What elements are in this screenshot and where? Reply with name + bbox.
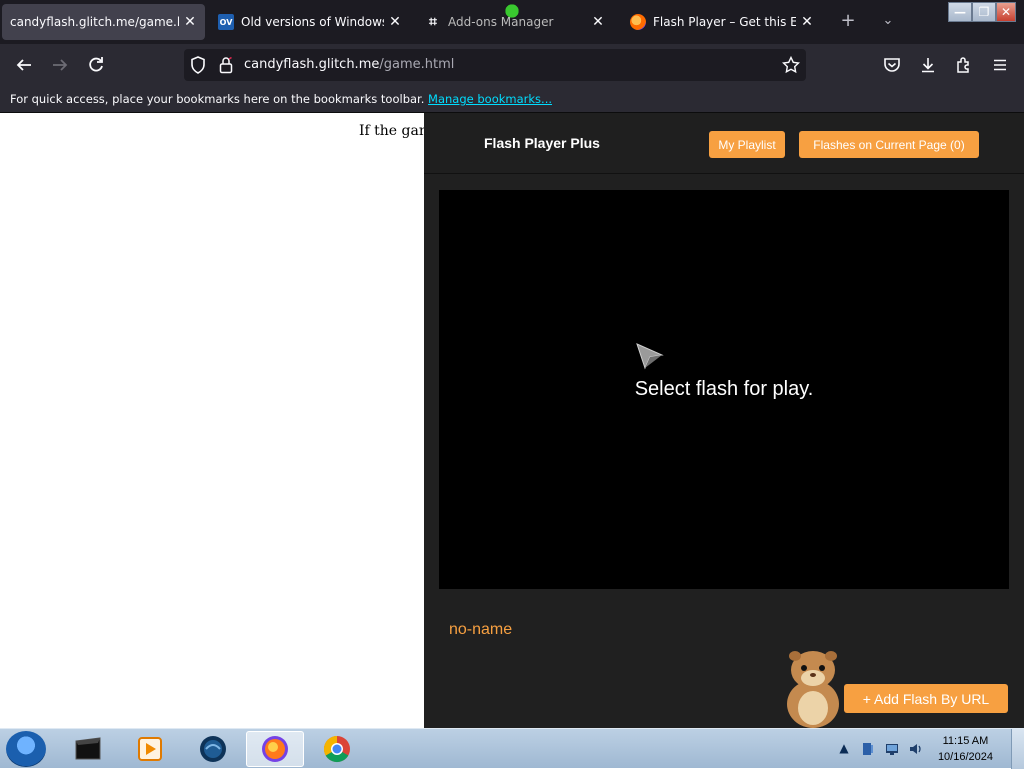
- tab-title: Add-ons Manager: [448, 15, 554, 29]
- media-player-icon: [138, 737, 162, 761]
- ov-icon: OV: [218, 14, 234, 30]
- tab-candyflash[interactable]: candyflash.glitch.me/game.html ✕: [2, 4, 205, 40]
- page-text: If the game: [359, 123, 424, 139]
- tab-strip: candyflash.glitch.me/game.html ✕ OV Old …: [0, 0, 1024, 44]
- forward-arrow-icon: [53, 59, 68, 71]
- my-playlist-button[interactable]: My Playlist: [709, 131, 785, 158]
- action-center-icon[interactable]: [860, 741, 876, 757]
- url-path: /game.html: [379, 57, 455, 72]
- show-hidden-icons-button[interactable]: ▲: [836, 741, 852, 757]
- app-menu-button[interactable]: [988, 54, 1012, 76]
- tab-close-icon[interactable]: ✕: [591, 14, 605, 30]
- flash-name-label: no-name: [449, 621, 513, 638]
- navigation-toolbar: candyflash.glitch.me/game.html: [0, 44, 1024, 86]
- flash-player-area[interactable]: Select flash for play.: [439, 190, 1009, 589]
- browser-icon: [200, 736, 226, 762]
- chrome-icon: [323, 735, 350, 763]
- tab-close-icon[interactable]: ✕: [388, 14, 402, 30]
- tab-close-icon[interactable]: ✕: [183, 14, 197, 30]
- network-icon[interactable]: [884, 741, 900, 757]
- puzzle-icon: ⌗: [429, 14, 437, 30]
- hamburger-menu-icon: [994, 59, 1006, 71]
- url-host: candyflash.glitch.me: [244, 57, 380, 72]
- maximize-button[interactable]: ❐: [972, 2, 996, 22]
- new-tab-button[interactable]: +: [836, 10, 860, 31]
- volume-icon[interactable]: [908, 741, 924, 757]
- star-icon[interactable]: [782, 56, 800, 74]
- clock-date: 10/16/2024: [937, 751, 993, 763]
- pocket-button[interactable]: [880, 54, 904, 76]
- shield-icon[interactable]: [190, 56, 206, 74]
- windows-taskbar: ▲ 11:15 AM 10/16/2024: [0, 728, 1024, 769]
- hamster-mascot-icon: [787, 651, 839, 728]
- url-text[interactable]: candyflash.glitch.me/game.html: [244, 57, 454, 72]
- clock-time: 11:15 AM: [942, 735, 989, 747]
- puzzle-icon: [957, 57, 969, 73]
- manage-bookmarks-link[interactable]: Manage bookmarks...: [428, 92, 552, 106]
- web-page-content: If the game: [0, 113, 424, 728]
- tab-flash-player[interactable]: Flash Player – Get this Exte ✕: [622, 4, 822, 40]
- media-center-icon: [75, 737, 101, 760]
- minimize-button[interactable]: —: [948, 2, 972, 22]
- flashes-on-page-button[interactable]: Flashes on Current Page (0): [799, 131, 979, 158]
- cursor-arrow-icon: [636, 343, 664, 370]
- window-controls: — ❐ ✕: [948, 2, 1016, 22]
- download-icon: [922, 58, 934, 73]
- forward-button[interactable]: [48, 54, 72, 76]
- tab-addons[interactable]: ⌗ Add-ons Manager ✕: [417, 4, 613, 40]
- lock-icon[interactable]: [219, 56, 233, 74]
- taskbar-chrome[interactable]: [309, 731, 365, 767]
- show-desktop-button[interactable]: [1011, 729, 1024, 769]
- back-button[interactable]: [12, 54, 36, 76]
- player-message: Select flash for play.: [634, 378, 814, 400]
- tab-old-versions[interactable]: OV Old versions of Windows, M ✕: [210, 4, 410, 40]
- tab-title: Old versions of Windows, M: [241, 15, 384, 29]
- taskbar-media-player[interactable]: [122, 731, 178, 767]
- extensions-button[interactable]: [952, 54, 976, 76]
- add-flash-by-url-button[interactable]: + Add Flash By URL: [844, 684, 1008, 713]
- list-all-tabs-button[interactable]: ⌄: [876, 13, 900, 28]
- tab-close-icon[interactable]: ✕: [800, 14, 814, 30]
- tab-title: Flash Player – Get this Exte: [653, 15, 796, 29]
- taskbar-browser[interactable]: [185, 731, 241, 767]
- url-bar[interactable]: candyflash.glitch.me/game.html: [184, 49, 806, 81]
- taskbar-clock[interactable]: 11:15 AM 10/16/2024: [938, 733, 993, 765]
- close-window-button[interactable]: ✕: [996, 2, 1016, 22]
- taskbar-media-center[interactable]: [60, 731, 116, 767]
- downloads-button[interactable]: [916, 54, 940, 76]
- firefox-icon: [262, 736, 288, 762]
- panel-title: Flash Player Plus: [484, 135, 600, 151]
- bookmarks-toolbar: For quick access, place your bookmarks h…: [0, 86, 1024, 113]
- bookmarks-message: For quick access, place your bookmarks h…: [10, 92, 425, 106]
- firefox-icon: [630, 14, 646, 30]
- pocket-icon: [884, 58, 900, 72]
- tab-title: candyflash.glitch.me/game.html: [10, 15, 179, 29]
- system-tray: ▲ 11:15 AM 10/16/2024: [832, 729, 1024, 769]
- start-button[interactable]: [6, 731, 46, 767]
- panel-header: Flash Player Plus My Playlist Flashes on…: [424, 113, 1024, 174]
- reload-icon: [89, 57, 103, 72]
- reload-button[interactable]: [84, 54, 108, 76]
- flash-player-panel: Flash Player Plus My Playlist Flashes on…: [424, 113, 1024, 728]
- taskbar-firefox[interactable]: [246, 731, 304, 767]
- back-arrow-icon: [16, 59, 31, 71]
